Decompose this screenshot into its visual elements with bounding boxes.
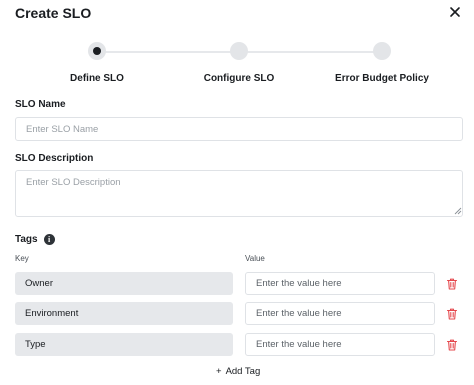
slo-name-input[interactable] — [15, 117, 463, 141]
step-error-budget-policy-dot — [373, 42, 391, 60]
tag-key-environment: Environment — [15, 302, 233, 325]
plus-icon: + — [216, 366, 222, 377]
tag-value-input[interactable] — [245, 333, 435, 356]
tag-row: Owner — [15, 272, 463, 295]
slo-description-textarea[interactable] — [15, 170, 463, 217]
tag-row: Type — [15, 333, 463, 356]
trash-icon[interactable] — [445, 307, 459, 321]
step-define-slo-dot — [88, 42, 106, 60]
add-tag-label: Add Tag — [225, 366, 261, 377]
stepper: Define SLO Configure SLO Error Budget Po… — [0, 40, 474, 90]
tag-value-input[interactable] — [245, 302, 435, 325]
add-tag-button[interactable]: + Add Tag — [216, 366, 260, 377]
tags-label: Tags — [15, 233, 38, 245]
trash-icon[interactable] — [445, 338, 459, 352]
key-column-header: Key — [15, 254, 29, 263]
step-configure-slo-dot — [230, 42, 248, 60]
slo-name-label: SLO Name — [15, 99, 66, 110]
slo-description-label: SLO Description — [15, 153, 94, 164]
trash-icon[interactable] — [445, 277, 459, 291]
resize-handle-icon[interactable] — [454, 207, 462, 215]
step-error-budget-policy-label: Error Budget Policy — [335, 73, 429, 84]
close-icon[interactable] — [447, 4, 463, 20]
info-icon[interactable]: i — [43, 233, 55, 245]
tags-heading: Tags i — [15, 233, 55, 245]
tag-key-owner: Owner — [15, 272, 233, 295]
tag-row: Environment — [15, 302, 463, 325]
step-define-slo-label: Define SLO — [70, 73, 124, 84]
tag-key-type: Type — [15, 333, 233, 356]
dialog-title: Create SLO — [15, 5, 92, 21]
tag-value-input[interactable] — [245, 272, 435, 295]
dialog-header: Create SLO — [15, 5, 467, 21]
step-configure-slo-label: Configure SLO — [203, 73, 275, 84]
value-column-header: Value — [245, 254, 265, 263]
